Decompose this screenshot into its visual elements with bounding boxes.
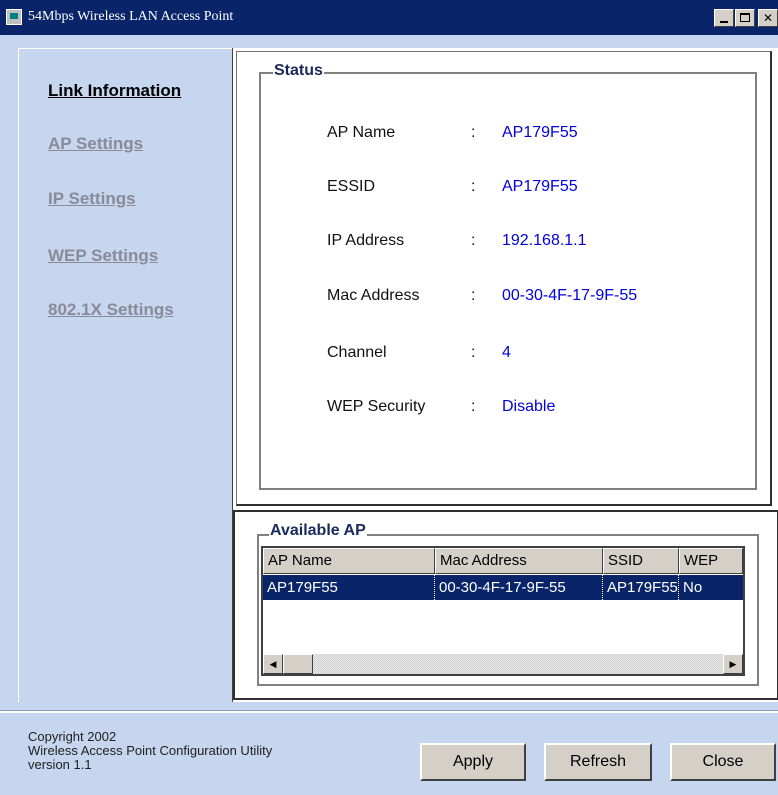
nav-8021x-settings[interactable]: 802.1X Settings [48,300,174,320]
scroll-left-icon: ◀ [269,659,277,669]
scroll-thumb[interactable] [283,654,313,674]
essid-label: ESSID [327,178,376,195]
channel-label: Channel [327,344,387,361]
mac-address-value: 00-30-4F-17-9F-55 [502,287,638,304]
essid-value: AP179F55 [502,178,578,195]
ip-address-value: 192.168.1.1 [502,232,587,249]
minimize-button[interactable] [714,9,734,27]
content-panel: Status AP Name : AP179F55 ESSID : AP179F… [232,48,778,702]
cell-mac-address: 00-30-4F-17-9F-55 [435,575,603,600]
scroll-right-button[interactable]: ▶ [723,654,743,674]
cell-ssid: AP179F55 [603,575,679,600]
status-panel: Status AP Name : AP179F55 ESSID : AP179F… [236,51,772,506]
navigation-panel: Link Information AP Settings IP Settings… [18,48,233,702]
close-window-button[interactable]: ✕ [758,9,778,27]
copyright-text: Copyright 2002 Wireless Access Point Con… [28,730,272,772]
wep-security-label: WEP Security [327,398,426,415]
apply-button[interactable]: Apply [420,743,526,781]
maximize-button[interactable] [735,9,755,27]
status-group-title: Status [273,62,324,80]
nav-link-information[interactable]: Link Information [48,81,181,101]
app-icon[interactable] [6,9,22,25]
list-header: AP Name Mac Address SSID WEP [263,548,743,574]
app-window: 54Mbps Wireless LAN Access Point ✕ Link … [0,0,778,795]
ap-name-label: AP Name [327,124,396,141]
wep-security-colon: : [471,398,476,415]
title-bar[interactable]: 54Mbps Wireless LAN Access Point ✕ [0,0,778,35]
ip-address-colon: : [471,232,476,249]
window-title: 54Mbps Wireless LAN Access Point [28,9,234,24]
column-header-wep[interactable]: WEP [679,548,743,574]
column-header-ap-name[interactable]: AP Name [263,548,435,574]
nav-ip-settings[interactable]: IP Settings [48,189,136,209]
version-line: version 1.1 [28,757,92,772]
available-ap-list[interactable]: AP Name Mac Address SSID WEP AP179F55 00… [261,546,745,676]
list-item[interactable]: AP179F55 00-30-4F-17-9F-55 AP179F55 No [263,575,743,600]
close-icon: ✕ [762,11,774,25]
essid-colon: : [471,178,476,195]
column-header-ssid[interactable]: SSID [603,548,679,574]
nav-ap-settings[interactable]: AP Settings [48,134,143,154]
available-ap-panel: Available AP AP Name Mac Address SSID WE… [233,510,778,700]
ap-name-value: AP179F55 [502,124,578,141]
wep-security-value: Disable [502,398,556,415]
maximize-icon [740,13,750,22]
cell-wep: No [683,579,703,596]
nav-wep-settings[interactable]: WEP Settings [48,246,158,266]
mac-address-label: Mac Address [327,287,420,304]
minimize-icon [720,21,728,23]
refresh-button[interactable]: Refresh [544,743,652,781]
scroll-right-icon: ▶ [729,659,737,669]
cell-ap-name: AP179F55 [263,575,435,600]
scroll-left-button[interactable]: ◀ [263,654,283,674]
mac-address-colon: : [471,287,476,304]
copyright-line: Copyright 2002 [28,729,117,744]
available-ap-title: Available AP [269,522,367,540]
column-header-mac-address[interactable]: Mac Address [435,548,603,574]
close-button[interactable]: Close [670,743,776,781]
channel-colon: : [471,344,476,361]
footer-divider [0,710,778,713]
ap-name-colon: : [471,124,476,141]
status-group: Status AP Name : AP179F55 ESSID : AP179F… [259,62,757,490]
product-name-line: Wireless Access Point Configuration Util… [28,743,273,758]
horizontal-scrollbar[interactable]: ◀ ▶ [263,654,743,674]
ip-address-label: IP Address [327,232,405,249]
channel-value: 4 [502,344,511,361]
